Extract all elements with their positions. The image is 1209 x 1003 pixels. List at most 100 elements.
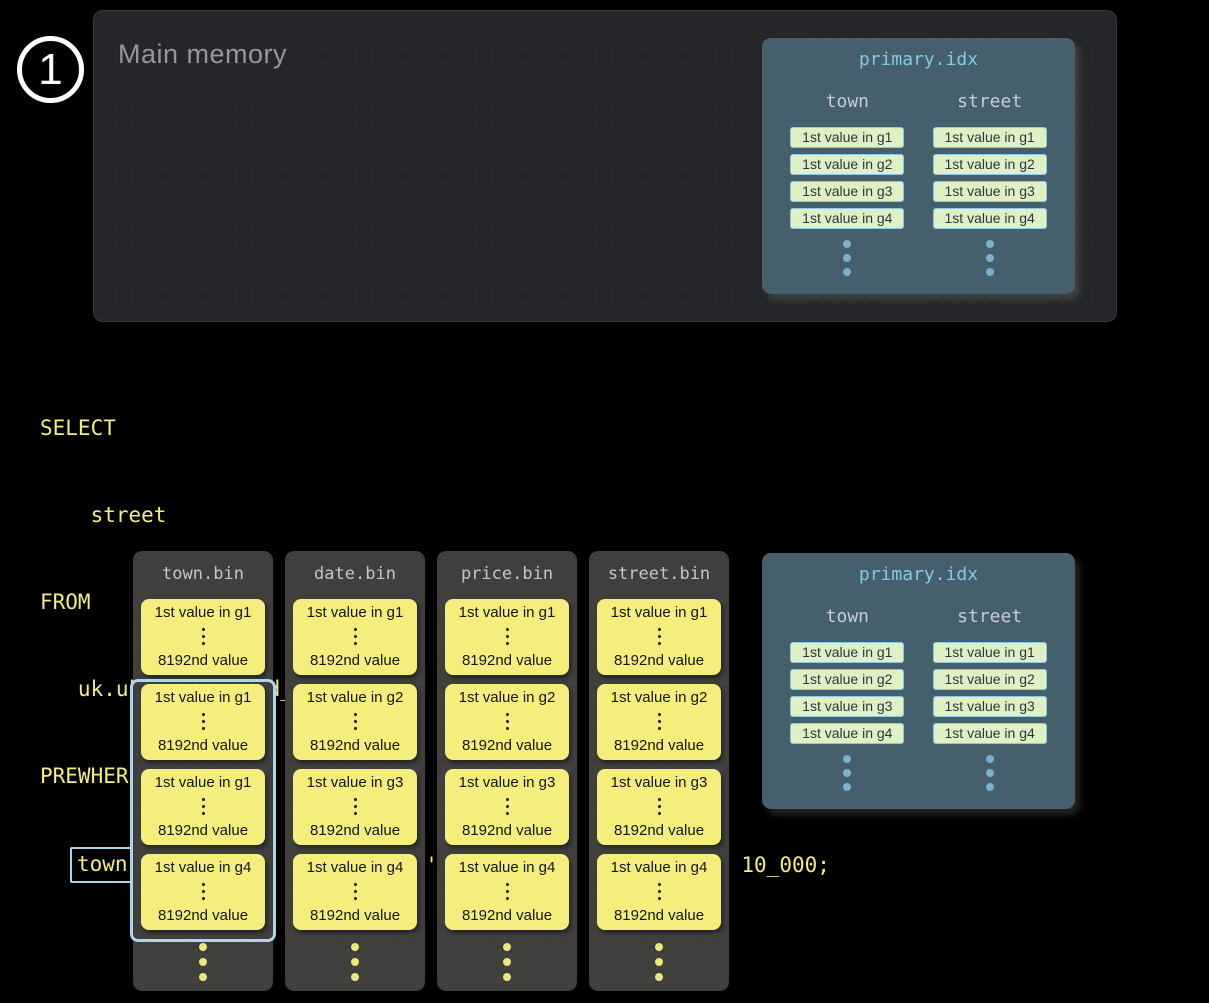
granule-last-value: 8192nd value: [614, 737, 704, 754]
granule-block: 1st value in g1 8192nd value: [141, 684, 265, 760]
index-entry: 1st value in g4: [933, 723, 1047, 744]
granule-ellipsis: [354, 628, 357, 645]
granule-block: 1st value in g1 8192nd value: [141, 769, 265, 845]
granule-last-value: 8192nd value: [462, 737, 552, 754]
bin-panel-town: town.bin 1st value in g1 8192nd value 1s…: [133, 551, 273, 991]
granule-block: 1st value in g1 8192nd value: [445, 599, 569, 675]
bin-title: street.bin: [589, 564, 729, 584]
bin-title: price.bin: [437, 564, 577, 584]
index-entry: 1st value in g1: [790, 127, 904, 148]
primary-index-box-memory: primary.idx town 1st value in g1 1st val…: [762, 38, 1075, 294]
bin-title: town.bin: [133, 564, 273, 584]
granule-first-value: 1st value in g4: [307, 859, 404, 876]
index-entry: 1st value in g2: [933, 669, 1047, 690]
granule-last-value: 8192nd value: [310, 737, 400, 754]
granule-first-value: 1st value in g1: [155, 774, 252, 791]
index-entry: 1st value in g1: [933, 642, 1047, 663]
granule-ellipsis: [202, 798, 205, 815]
granule-block: 1st value in g3 8192nd value: [293, 769, 417, 845]
step-badge: 1: [17, 36, 84, 103]
primary-index-columns: town 1st value in g1 1st value in g2 1st…: [762, 92, 1075, 276]
index-entries: 1st value in g1 1st value in g2 1st valu…: [933, 127, 1047, 229]
granule-last-value: 8192nd value: [462, 822, 552, 839]
index-column-header: town: [826, 92, 869, 112]
granule-block: 1st value in g3 8192nd value: [445, 769, 569, 845]
ellipsis-dots: [843, 240, 851, 276]
granule-first-value: 1st value in g3: [307, 774, 404, 791]
primary-index-columns: town 1st value in g1 1st value in g2 1st…: [762, 607, 1075, 791]
granule-ellipsis: [202, 883, 205, 900]
granule-ellipsis: [658, 883, 661, 900]
granule-block: 1st value in g4 8192nd value: [141, 854, 265, 930]
granule-block: 1st value in g2 8192nd value: [445, 684, 569, 760]
index-column-town: town 1st value in g1 1st value in g2 1st…: [790, 92, 904, 276]
granule-first-value: 1st value in g1: [155, 604, 252, 621]
index-entry: 1st value in g2: [790, 154, 904, 175]
granule-block: 1st value in g1 8192nd value: [141, 599, 265, 675]
index-entry: 1st value in g2: [790, 669, 904, 690]
sql-line: street: [40, 501, 830, 530]
primary-index-box-disk: primary.idx town 1st value in g1 1st val…: [762, 553, 1075, 809]
index-column-header: street: [957, 607, 1022, 627]
granule-ellipsis: [658, 628, 661, 645]
ellipsis-dots: [133, 943, 273, 981]
index-column-street: street 1st value in g1 1st value in g2 1…: [933, 607, 1047, 791]
bin-panel-price: price.bin 1st value in g1 8192nd value 1…: [437, 551, 577, 991]
index-entry: 1st value in g3: [790, 696, 904, 717]
bin-panel-street: street.bin 1st value in g1 8192nd value …: [589, 551, 729, 991]
granule-ellipsis: [506, 798, 509, 815]
granule-first-value: 1st value in g1: [307, 604, 404, 621]
granule-last-value: 8192nd value: [614, 822, 704, 839]
granule-block: 1st value in g1 8192nd value: [293, 599, 417, 675]
bin-panel-date: date.bin 1st value in g1 8192nd value 1s…: [285, 551, 425, 991]
granule-last-value: 8192nd value: [310, 822, 400, 839]
granule-block: 1st value in g2 8192nd value: [597, 684, 721, 760]
granule-ellipsis: [354, 798, 357, 815]
bin-title: date.bin: [285, 564, 425, 584]
index-entries: 1st value in g1 1st value in g2 1st valu…: [790, 642, 904, 744]
index-entry: 1st value in g4: [933, 208, 1047, 229]
ellipsis-dots: [843, 755, 851, 791]
granule-first-value: 1st value in g2: [611, 689, 708, 706]
index-entries: 1st value in g1 1st value in g2 1st valu…: [933, 642, 1047, 744]
primary-index-title: primary.idx: [762, 565, 1075, 585]
granule-ellipsis: [506, 713, 509, 730]
granule-block: 1st value in g1 8192nd value: [597, 599, 721, 675]
granule-list: 1st value in g1 8192nd value 1st value i…: [437, 599, 577, 930]
granule-list: 1st value in g1 8192nd value 1st value i…: [589, 599, 729, 930]
granule-last-value: 8192nd value: [158, 822, 248, 839]
ellipsis-dots: [437, 943, 577, 981]
granule-ellipsis: [506, 883, 509, 900]
granule-ellipsis: [658, 713, 661, 730]
ellipsis-dots: [986, 240, 994, 276]
granule-block: 1st value in g4 8192nd value: [597, 854, 721, 930]
granule-first-value: 1st value in g4: [611, 859, 708, 876]
granule-ellipsis: [202, 713, 205, 730]
ellipsis-dots: [589, 943, 729, 981]
main-memory-title: Main memory: [118, 39, 287, 70]
index-entries: 1st value in g1 1st value in g2 1st valu…: [790, 127, 904, 229]
ellipsis-dots: [285, 943, 425, 981]
granule-first-value: 1st value in g1: [155, 689, 252, 706]
index-column-town: town 1st value in g1 1st value in g2 1st…: [790, 607, 904, 791]
index-entry: 1st value in g4: [790, 723, 904, 744]
granule-first-value: 1st value in g2: [307, 689, 404, 706]
index-entry: 1st value in g1: [933, 127, 1047, 148]
ellipsis-dots: [986, 755, 994, 791]
granule-last-value: 8192nd value: [462, 907, 552, 924]
index-entry: 1st value in g1: [790, 642, 904, 663]
index-column-header: street: [957, 92, 1022, 112]
granule-first-value: 1st value in g3: [459, 774, 556, 791]
granule-last-value: 8192nd value: [614, 652, 704, 669]
granule-last-value: 8192nd value: [310, 652, 400, 669]
granule-last-value: 8192nd value: [614, 907, 704, 924]
index-entry: 1st value in g4: [790, 208, 904, 229]
granule-last-value: 8192nd value: [158, 737, 248, 754]
granule-first-value: 1st value in g1: [611, 604, 708, 621]
granule-ellipsis: [354, 713, 357, 730]
granule-first-value: 1st value in g3: [611, 774, 708, 791]
granule-first-value: 1st value in g2: [459, 689, 556, 706]
index-column-header: town: [826, 607, 869, 627]
granule-first-value: 1st value in g1: [459, 604, 556, 621]
granule-first-value: 1st value in g4: [155, 859, 252, 876]
